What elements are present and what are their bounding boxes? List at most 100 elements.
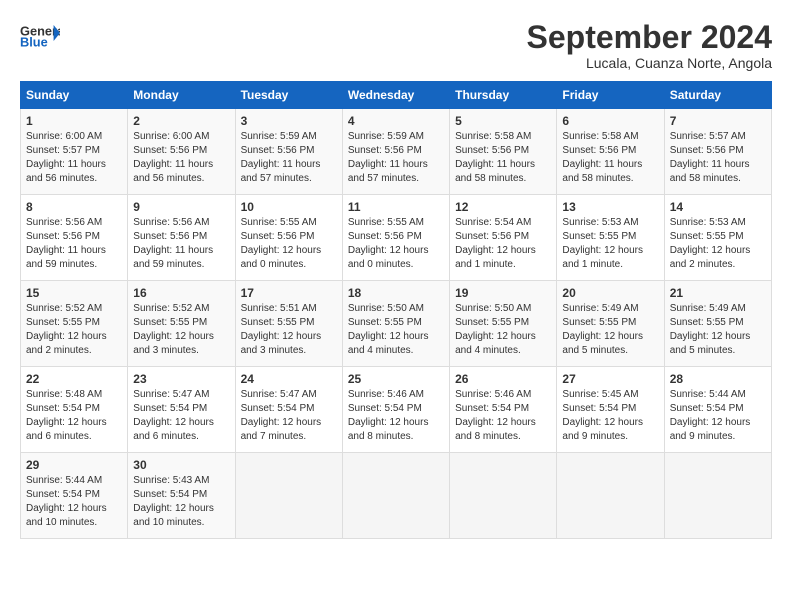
day-info: Sunrise: 5:44 AMSunset: 5:54 PMDaylight:… xyxy=(670,388,766,444)
day-number: 16 xyxy=(133,286,229,300)
calendar-cell: 17 Sunrise: 5:51 AMSunset: 5:55 PMDaylig… xyxy=(235,281,342,367)
calendar-cell: 3 Sunrise: 5:59 AMSunset: 5:56 PMDayligh… xyxy=(235,109,342,195)
day-info: Sunrise: 5:55 AMSunset: 5:56 PMDaylight:… xyxy=(348,216,444,272)
day-number: 23 xyxy=(133,372,229,386)
calendar-day-header: Friday xyxy=(557,82,664,109)
logo: General Blue xyxy=(20,20,60,50)
calendar-cell: 11 Sunrise: 5:55 AMSunset: 5:56 PMDaylig… xyxy=(342,195,449,281)
day-number: 13 xyxy=(562,200,658,214)
calendar-cell: 20 Sunrise: 5:49 AMSunset: 5:55 PMDaylig… xyxy=(557,281,664,367)
calendar-cell: 5 Sunrise: 5:58 AMSunset: 5:56 PMDayligh… xyxy=(450,109,557,195)
day-info: Sunrise: 6:00 AMSunset: 5:56 PMDaylight:… xyxy=(133,130,229,186)
day-info: Sunrise: 5:50 AMSunset: 5:55 PMDaylight:… xyxy=(455,302,551,358)
calendar-cell: 9 Sunrise: 5:56 AMSunset: 5:56 PMDayligh… xyxy=(128,195,235,281)
day-info: Sunrise: 5:52 AMSunset: 5:55 PMDaylight:… xyxy=(133,302,229,358)
calendar-cell: 12 Sunrise: 5:54 AMSunset: 5:56 PMDaylig… xyxy=(450,195,557,281)
day-info: Sunrise: 5:50 AMSunset: 5:55 PMDaylight:… xyxy=(348,302,444,358)
calendar-day-header: Monday xyxy=(128,82,235,109)
day-number: 7 xyxy=(670,114,766,128)
day-info: Sunrise: 5:59 AMSunset: 5:56 PMDaylight:… xyxy=(348,130,444,186)
day-info: Sunrise: 5:56 AMSunset: 5:56 PMDaylight:… xyxy=(26,216,122,272)
day-info: Sunrise: 6:00 AMSunset: 5:57 PMDaylight:… xyxy=(26,130,122,186)
calendar-cell xyxy=(664,453,771,539)
calendar-cell: 24 Sunrise: 5:47 AMSunset: 5:54 PMDaylig… xyxy=(235,367,342,453)
day-info: Sunrise: 5:57 AMSunset: 5:56 PMDaylight:… xyxy=(670,130,766,186)
day-info: Sunrise: 5:46 AMSunset: 5:54 PMDaylight:… xyxy=(348,388,444,444)
calendar-cell: 23 Sunrise: 5:47 AMSunset: 5:54 PMDaylig… xyxy=(128,367,235,453)
day-number: 8 xyxy=(26,200,122,214)
day-info: Sunrise: 5:56 AMSunset: 5:56 PMDaylight:… xyxy=(133,216,229,272)
day-info: Sunrise: 5:43 AMSunset: 5:54 PMDaylight:… xyxy=(133,474,229,530)
calendar-cell: 14 Sunrise: 5:53 AMSunset: 5:55 PMDaylig… xyxy=(664,195,771,281)
calendar-week-row: 22 Sunrise: 5:48 AMSunset: 5:54 PMDaylig… xyxy=(21,367,772,453)
day-info: Sunrise: 5:55 AMSunset: 5:56 PMDaylight:… xyxy=(241,216,337,272)
day-info: Sunrise: 5:46 AMSunset: 5:54 PMDaylight:… xyxy=(455,388,551,444)
calendar-cell xyxy=(450,453,557,539)
calendar-cell: 30 Sunrise: 5:43 AMSunset: 5:54 PMDaylig… xyxy=(128,453,235,539)
day-number: 20 xyxy=(562,286,658,300)
day-info: Sunrise: 5:54 AMSunset: 5:56 PMDaylight:… xyxy=(455,216,551,272)
day-info: Sunrise: 5:53 AMSunset: 5:55 PMDaylight:… xyxy=(562,216,658,272)
day-number: 4 xyxy=(348,114,444,128)
day-info: Sunrise: 5:49 AMSunset: 5:55 PMDaylight:… xyxy=(562,302,658,358)
page-header: General Blue September 2024 Lucala, Cuan… xyxy=(20,20,772,71)
day-info: Sunrise: 5:48 AMSunset: 5:54 PMDaylight:… xyxy=(26,388,122,444)
day-number: 24 xyxy=(241,372,337,386)
day-number: 28 xyxy=(670,372,766,386)
day-info: Sunrise: 5:47 AMSunset: 5:54 PMDaylight:… xyxy=(241,388,337,444)
calendar-day-header: Tuesday xyxy=(235,82,342,109)
calendar-subtitle: Lucala, Cuanza Norte, Angola xyxy=(527,55,772,71)
calendar-cell: 8 Sunrise: 5:56 AMSunset: 5:56 PMDayligh… xyxy=(21,195,128,281)
calendar-cell: 18 Sunrise: 5:50 AMSunset: 5:55 PMDaylig… xyxy=(342,281,449,367)
day-number: 30 xyxy=(133,458,229,472)
title-section: September 2024 Lucala, Cuanza Norte, Ang… xyxy=(527,20,772,71)
day-number: 17 xyxy=(241,286,337,300)
calendar-cell: 22 Sunrise: 5:48 AMSunset: 5:54 PMDaylig… xyxy=(21,367,128,453)
day-info: Sunrise: 5:53 AMSunset: 5:55 PMDaylight:… xyxy=(670,216,766,272)
calendar-day-header: Saturday xyxy=(664,82,771,109)
day-number: 5 xyxy=(455,114,551,128)
calendar-week-row: 29 Sunrise: 5:44 AMSunset: 5:54 PMDaylig… xyxy=(21,453,772,539)
day-number: 22 xyxy=(26,372,122,386)
calendar-cell: 13 Sunrise: 5:53 AMSunset: 5:55 PMDaylig… xyxy=(557,195,664,281)
day-info: Sunrise: 5:51 AMSunset: 5:55 PMDaylight:… xyxy=(241,302,337,358)
day-number: 19 xyxy=(455,286,551,300)
day-number: 10 xyxy=(241,200,337,214)
calendar-cell: 19 Sunrise: 5:50 AMSunset: 5:55 PMDaylig… xyxy=(450,281,557,367)
calendar-week-row: 15 Sunrise: 5:52 AMSunset: 5:55 PMDaylig… xyxy=(21,281,772,367)
calendar-cell xyxy=(235,453,342,539)
day-number: 6 xyxy=(562,114,658,128)
calendar-cell: 15 Sunrise: 5:52 AMSunset: 5:55 PMDaylig… xyxy=(21,281,128,367)
calendar-week-row: 1 Sunrise: 6:00 AMSunset: 5:57 PMDayligh… xyxy=(21,109,772,195)
day-number: 3 xyxy=(241,114,337,128)
day-number: 12 xyxy=(455,200,551,214)
calendar-cell xyxy=(342,453,449,539)
day-info: Sunrise: 5:49 AMSunset: 5:55 PMDaylight:… xyxy=(670,302,766,358)
day-number: 9 xyxy=(133,200,229,214)
calendar-cell xyxy=(557,453,664,539)
calendar-header-row: SundayMondayTuesdayWednesdayThursdayFrid… xyxy=(21,82,772,109)
calendar-cell: 1 Sunrise: 6:00 AMSunset: 5:57 PMDayligh… xyxy=(21,109,128,195)
day-info: Sunrise: 5:58 AMSunset: 5:56 PMDaylight:… xyxy=(455,130,551,186)
calendar-title: September 2024 xyxy=(527,20,772,55)
svg-text:Blue: Blue xyxy=(20,35,48,50)
day-number: 29 xyxy=(26,458,122,472)
day-number: 14 xyxy=(670,200,766,214)
calendar-table: SundayMondayTuesdayWednesdayThursdayFrid… xyxy=(20,81,772,539)
day-info: Sunrise: 5:58 AMSunset: 5:56 PMDaylight:… xyxy=(562,130,658,186)
calendar-cell: 2 Sunrise: 6:00 AMSunset: 5:56 PMDayligh… xyxy=(128,109,235,195)
calendar-day-header: Thursday xyxy=(450,82,557,109)
day-info: Sunrise: 5:45 AMSunset: 5:54 PMDaylight:… xyxy=(562,388,658,444)
calendar-cell: 6 Sunrise: 5:58 AMSunset: 5:56 PMDayligh… xyxy=(557,109,664,195)
day-number: 2 xyxy=(133,114,229,128)
calendar-day-header: Wednesday xyxy=(342,82,449,109)
calendar-cell: 28 Sunrise: 5:44 AMSunset: 5:54 PMDaylig… xyxy=(664,367,771,453)
day-number: 21 xyxy=(670,286,766,300)
calendar-cell: 4 Sunrise: 5:59 AMSunset: 5:56 PMDayligh… xyxy=(342,109,449,195)
calendar-cell: 21 Sunrise: 5:49 AMSunset: 5:55 PMDaylig… xyxy=(664,281,771,367)
day-number: 15 xyxy=(26,286,122,300)
calendar-day-header: Sunday xyxy=(21,82,128,109)
day-number: 26 xyxy=(455,372,551,386)
calendar-cell: 10 Sunrise: 5:55 AMSunset: 5:56 PMDaylig… xyxy=(235,195,342,281)
day-info: Sunrise: 5:52 AMSunset: 5:55 PMDaylight:… xyxy=(26,302,122,358)
